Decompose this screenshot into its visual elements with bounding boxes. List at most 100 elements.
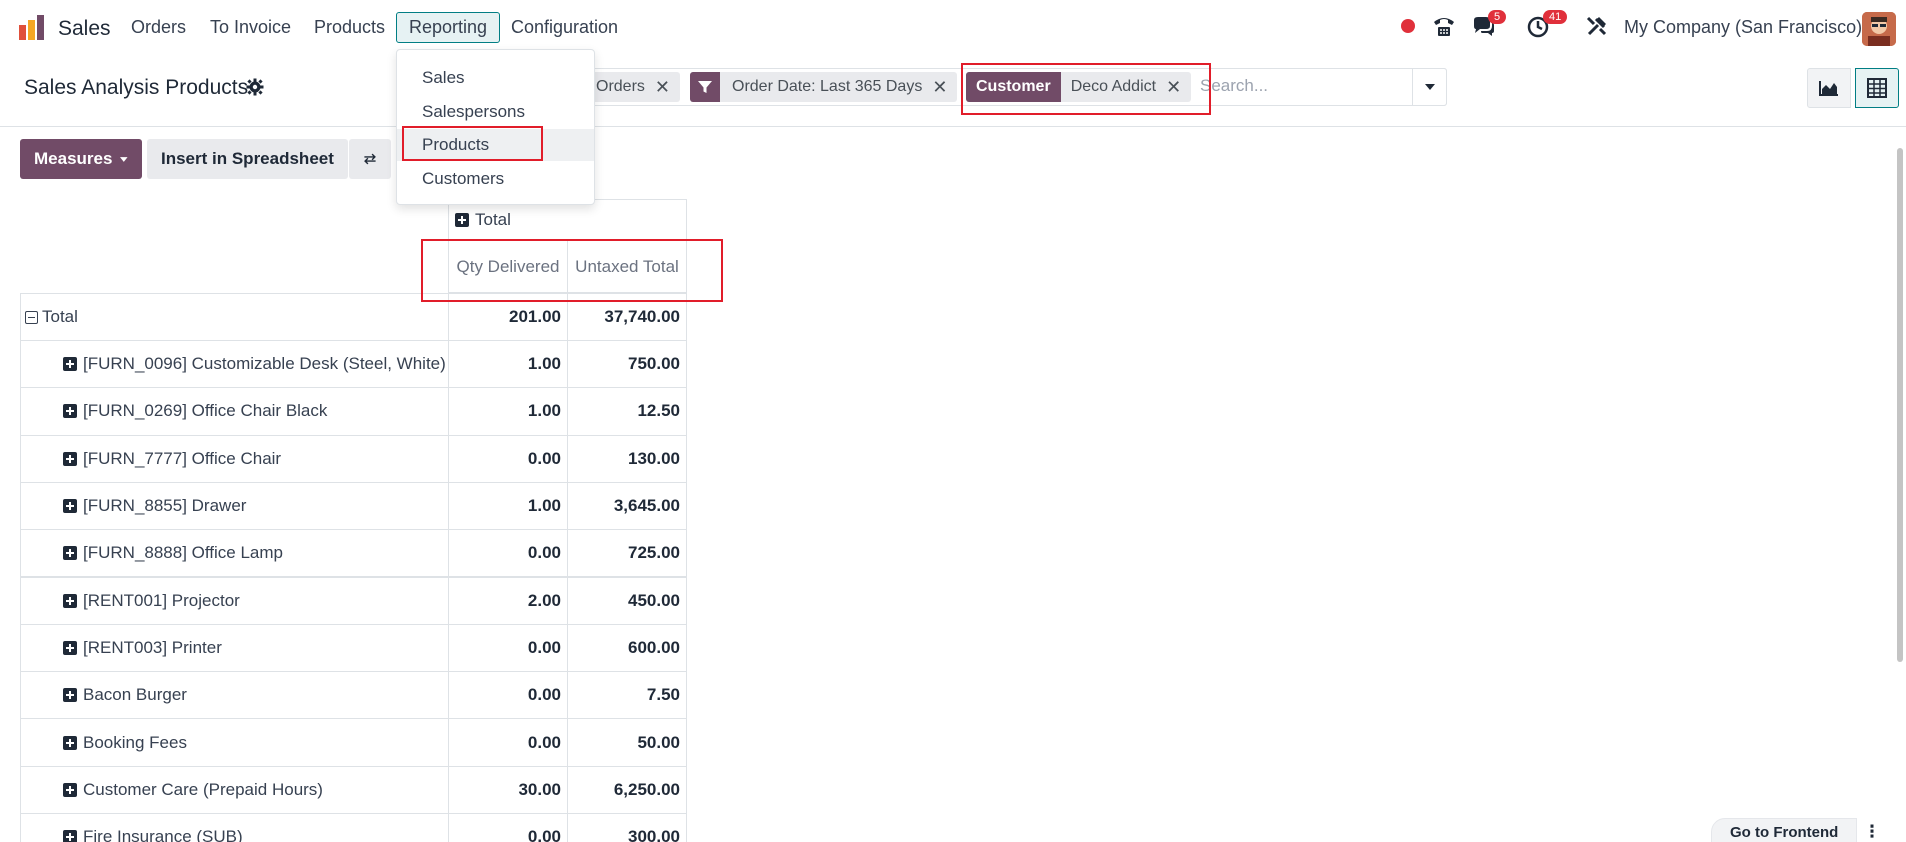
- facet-customer-remove-icon[interactable]: ✕: [1166, 77, 1191, 98]
- facet-orders: Orders ✕: [586, 72, 680, 102]
- expand-plus-icon: [63, 735, 77, 750]
- cell-qty[interactable]: 0.00: [448, 671, 568, 720]
- phone-icon[interactable]: [1432, 16, 1456, 43]
- dropdown-item-sales[interactable]: Sales: [397, 62, 594, 94]
- activity-badge: 41: [1543, 10, 1568, 24]
- cell-untaxed[interactable]: 300.00: [567, 813, 687, 842]
- row-header-label: [FURN_7777] Office Chair: [83, 448, 282, 468]
- measure-qty-delivered[interactable]: Qty Delivered: [448, 240, 568, 293]
- cell-untaxed[interactable]: 7.50: [567, 671, 687, 720]
- user-avatar[interactable]: [1862, 12, 1896, 46]
- app-name[interactable]: Sales: [58, 17, 111, 41]
- cell-untaxed[interactable]: 130.00: [567, 434, 687, 483]
- cell-total-untaxed[interactable]: 37,740.00: [567, 293, 687, 341]
- go-to-frontend-label: Go to Frontend: [1730, 823, 1839, 841]
- go-to-frontend-button[interactable]: Go to Frontend: [1711, 818, 1858, 842]
- measure-untaxed-total[interactable]: Untaxed Total: [567, 240, 687, 293]
- insert-spreadsheet-button[interactable]: Insert in Spreadsheet: [147, 139, 348, 179]
- menu-products[interactable]: Products: [314, 17, 385, 38]
- cell-untaxed[interactable]: 12.50: [567, 387, 687, 436]
- row-header-label: [FURN_0096] Customizable Desk (Steel, Wh…: [83, 354, 446, 374]
- record-icon[interactable]: [1400, 18, 1416, 39]
- row-header[interactable]: [FURN_0269] Office Chair Black: [20, 387, 449, 436]
- pivot-view-button[interactable]: [1855, 68, 1899, 108]
- cell-untaxed[interactable]: 725.00: [567, 529, 687, 578]
- row-header-label: [RENT003] Printer: [83, 637, 222, 657]
- cell-qty[interactable]: 0.00: [448, 718, 568, 767]
- facet-orders-remove-icon[interactable]: ✕: [655, 77, 680, 98]
- expand-plus-icon: [63, 451, 77, 466]
- page-title: Sales Analysis Products: [24, 76, 249, 99]
- row-header[interactable]: [RENT001] Projector: [20, 576, 449, 625]
- facet-date-value: Order Date: Last 365 Days: [732, 78, 923, 95]
- row-header[interactable]: Bacon Burger: [20, 671, 449, 720]
- dropdown-item-customers[interactable]: Customers: [397, 163, 594, 195]
- expand-plus-icon: [63, 640, 77, 655]
- expand-plus-icon: [63, 404, 77, 419]
- flip-axis-button[interactable]: [349, 139, 391, 179]
- debug-tools-icon[interactable]: [1586, 15, 1608, 42]
- gear-icon[interactable]: [246, 78, 264, 101]
- dropdown-item-products[interactable]: Products: [397, 129, 594, 161]
- graph-view-button[interactable]: [1807, 68, 1851, 108]
- row-header[interactable]: [FURN_8888] Office Lamp: [20, 529, 449, 578]
- cell-qty[interactable]: 0.00: [448, 813, 568, 842]
- menu-reporting[interactable]: Reporting: [396, 12, 501, 43]
- cell-qty[interactable]: 0.00: [448, 434, 568, 483]
- facet-date-remove-icon[interactable]: ✕: [932, 77, 957, 98]
- cell-untaxed[interactable]: 600.00: [567, 623, 687, 673]
- col-header-total[interactable]: Total: [448, 199, 687, 241]
- cell-qty[interactable]: 1.00: [448, 481, 568, 531]
- row-header-label: [FURN_8855] Drawer: [83, 496, 247, 516]
- row-header-label: [FURN_8888] Office Lamp: [83, 543, 283, 563]
- cell-qty[interactable]: 0.00: [448, 623, 568, 673]
- cell-untaxed[interactable]: 450.00: [567, 576, 687, 625]
- chat-icon[interactable]: 5: [1472, 10, 1507, 43]
- search-options-toggle[interactable]: [1413, 68, 1447, 106]
- row-header[interactable]: [FURN_8855] Drawer: [20, 481, 449, 531]
- expand-plus-icon: [63, 546, 77, 561]
- row-header[interactable]: [RENT003] Printer: [20, 623, 449, 673]
- menu-configuration[interactable]: Configuration: [511, 17, 618, 38]
- menu-to-invoice[interactable]: To Invoice: [210, 17, 291, 38]
- menu-orders[interactable]: Orders: [131, 17, 186, 38]
- facet-customer-value: Deco Addict: [1070, 78, 1157, 95]
- company-switcher[interactable]: My Company (San Francisco): [1624, 17, 1862, 38]
- cell-qty[interactable]: 0.00: [448, 529, 568, 578]
- cell-untaxed[interactable]: 50.00: [567, 718, 687, 767]
- kebab-menu-icon[interactable]: ⋮: [1856, 818, 1888, 842]
- cell-untaxed[interactable]: 6,250.00: [567, 765, 687, 814]
- row-header-total[interactable]: Total: [20, 293, 449, 341]
- caret-down-icon: [120, 156, 128, 162]
- row-header[interactable]: Customer Care (Prepaid Hours): [20, 765, 449, 814]
- cell-total-qty[interactable]: 201.00: [448, 293, 568, 341]
- expand-plus-icon: [63, 357, 77, 372]
- cell-untaxed[interactable]: 3,645.00: [567, 481, 687, 531]
- activity-clock-icon[interactable]: 41: [1527, 10, 1568, 43]
- row-header[interactable]: [FURN_7777] Office Chair: [20, 434, 449, 483]
- cell-qty[interactable]: 1.00: [448, 340, 568, 389]
- cell-qty[interactable]: 1.00: [448, 387, 568, 436]
- row-header[interactable]: Fire Insurance (SUB): [20, 813, 449, 842]
- cell-untaxed[interactable]: 750.00: [567, 340, 687, 389]
- facet-date: Order Date: Last 365 Days ✕: [690, 72, 958, 102]
- insert-spreadsheet-label: Insert in Spreadsheet: [161, 149, 334, 168]
- expand-plus-icon: [63, 593, 77, 608]
- vertical-scrollbar[interactable]: [1897, 148, 1903, 662]
- cell-qty[interactable]: 30.00: [448, 765, 568, 814]
- area-chart-icon: [1819, 81, 1838, 96]
- sales-app-icon[interactable]: [18, 14, 46, 42]
- measures-button[interactable]: Measures: [20, 139, 142, 179]
- row-header[interactable]: [FURN_0096] Customizable Desk (Steel, Wh…: [20, 340, 449, 389]
- cell-qty[interactable]: 2.00: [448, 576, 568, 625]
- dropdown-item-salespersons[interactable]: Salespersons: [397, 96, 594, 128]
- expand-plus-icon: [63, 688, 77, 703]
- search-input[interactable]: [1200, 68, 1400, 104]
- expand-plus-icon: [63, 782, 77, 797]
- facet-customer-tag: Customer: [966, 72, 1061, 102]
- reporting-dropdown: Sales Salespersons Products Customers: [396, 49, 595, 205]
- facet-customer: Customer Deco Addict ✕: [966, 72, 1192, 102]
- chat-badge: 5: [1488, 10, 1507, 24]
- row-header-label: [RENT001] Projector: [83, 590, 240, 610]
- row-header[interactable]: Booking Fees: [20, 718, 449, 767]
